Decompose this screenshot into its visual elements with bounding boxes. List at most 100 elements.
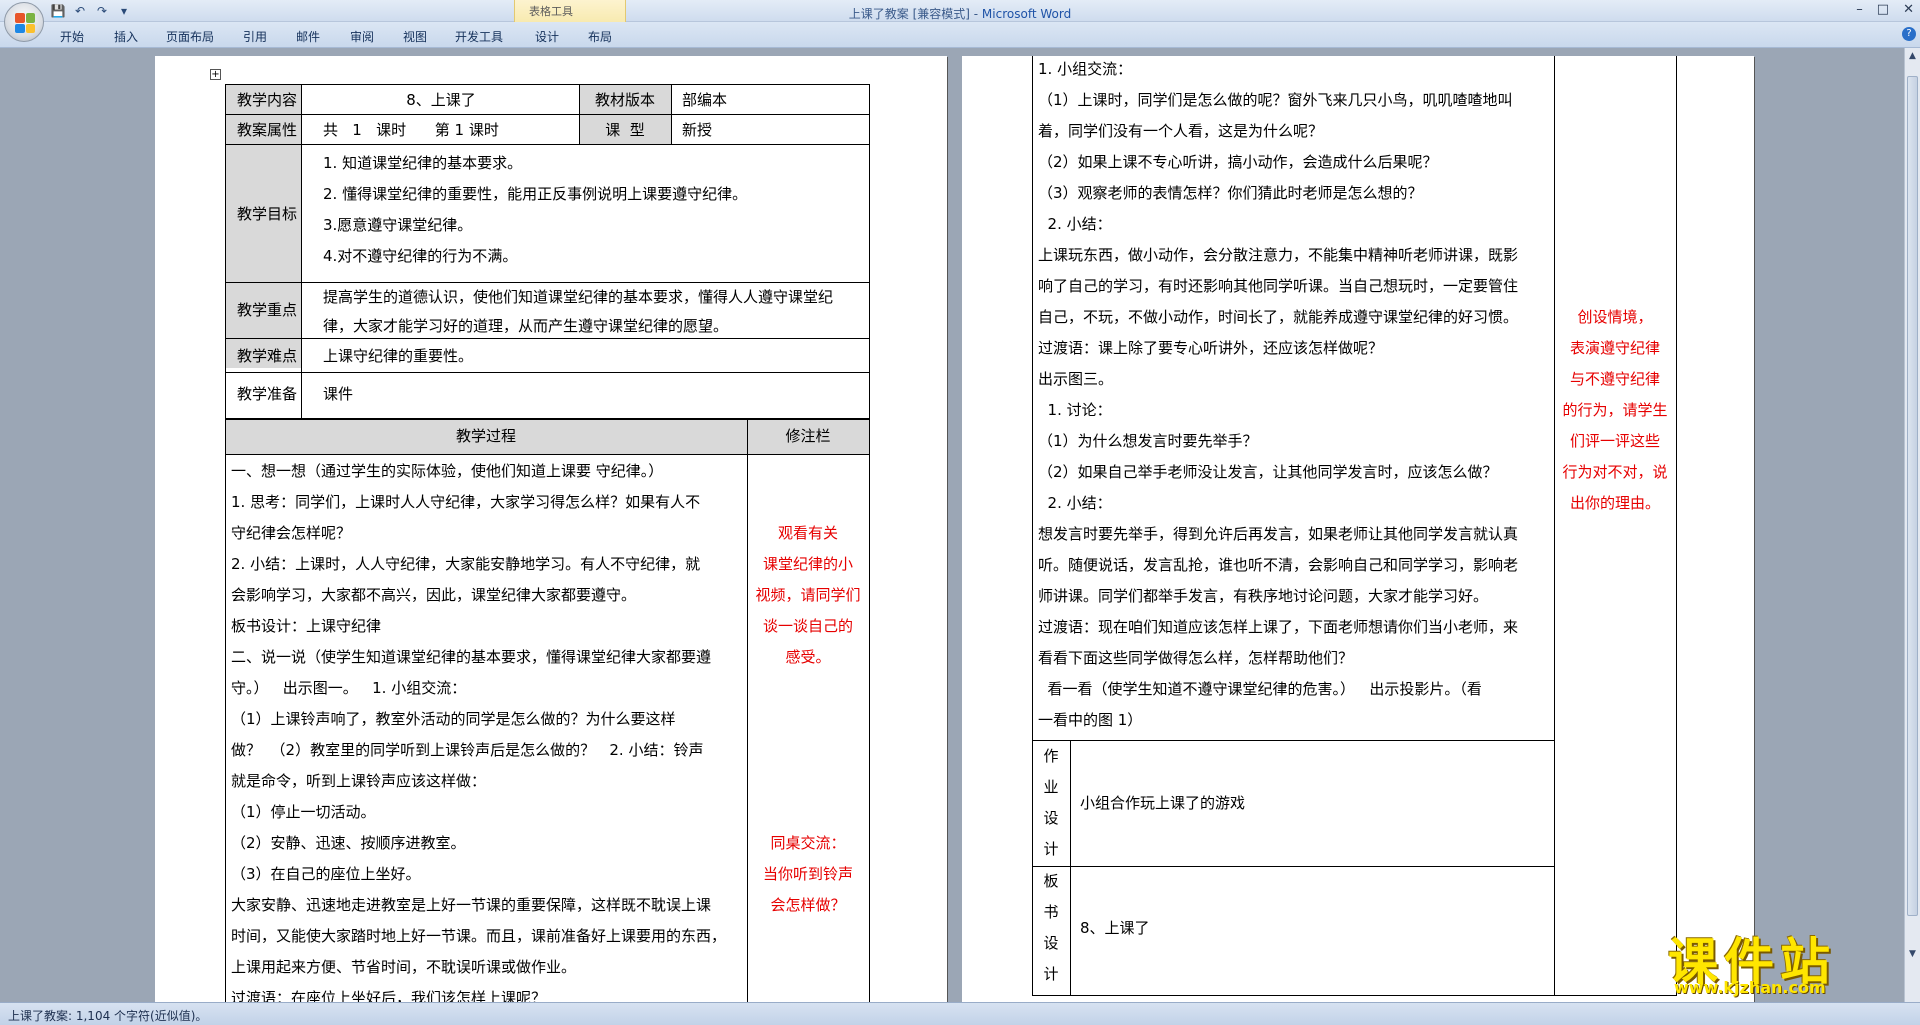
window-controls: – □ ✕ bbox=[1856, 2, 1914, 17]
label-lesson-attribute: 教案属性 bbox=[237, 121, 298, 139]
goal-item: 1. 知道课堂纪律的基本要求。 bbox=[323, 154, 523, 172]
process-line: 二、说一说（使学生知道课堂纪律的基本要求，懂得课堂纪律大家都要遵 bbox=[231, 648, 712, 666]
process-line: （2）如果自己举手老师没让发言，让其他同学发言时，应该怎么做？ bbox=[1038, 463, 1498, 481]
note-line: 的行为，请学生 bbox=[1562, 401, 1668, 419]
note-line: 同桌交流： bbox=[770, 834, 846, 852]
maximize-icon[interactable]: □ bbox=[1877, 2, 1889, 17]
note-line: 表演遵守纪律 bbox=[1569, 339, 1660, 357]
process-line: 大家安静、迅速地走进教室是上好一节课的重要保障，这样既不耽误上课 bbox=[231, 896, 712, 914]
key-points-line: 律，大家才能学习好的道理，从而产生遵守课堂纪律的愿望。 bbox=[323, 317, 729, 335]
board-label-char: 计 bbox=[1043, 965, 1059, 983]
note-line: 观看有关 bbox=[777, 524, 838, 542]
homework-label-char: 计 bbox=[1043, 840, 1059, 858]
homework-text: 小组合作玩上课了的游戏 bbox=[1080, 794, 1246, 812]
process-line: （1）为什么想发言时要先举手？ bbox=[1038, 432, 1258, 450]
process-line: 1. 思考：同学们，上课时人人守纪律，大家学习得怎么样？如果有人不 bbox=[231, 493, 701, 511]
homework-label-char: 作 bbox=[1043, 747, 1059, 765]
homework-label-char: 设 bbox=[1043, 809, 1059, 827]
tab-review[interactable]: 审阅 bbox=[350, 28, 374, 45]
process-line: 2. 小结： bbox=[1038, 215, 1112, 233]
board-label-char: 板 bbox=[1043, 872, 1059, 890]
label-preparation: 教学准备 bbox=[237, 385, 298, 403]
page-gap bbox=[949, 48, 961, 1002]
table-move-handle-icon[interactable]: + bbox=[210, 69, 221, 80]
value-textbook-version: 部编本 bbox=[682, 91, 728, 109]
note-line: 谈一谈自己的 bbox=[762, 617, 853, 635]
process-line: 出示图三。 bbox=[1038, 370, 1114, 388]
note-line: 与不遵守纪律 bbox=[1569, 370, 1660, 388]
process-line: （1）上课铃声响了，教室外活动的同学是怎么做的？为什么要这样 bbox=[231, 710, 676, 728]
scroll-up-icon[interactable]: ▲ bbox=[1906, 50, 1919, 63]
note-line: 课堂纪律的小 bbox=[762, 555, 853, 573]
process-line: （3）观察老师的表情怎样？你们猜此时老师是怎么想的？ bbox=[1038, 184, 1423, 202]
note-line: 出你的理由。 bbox=[1569, 494, 1660, 512]
tab-design[interactable]: 设计 bbox=[535, 28, 559, 45]
tab-references[interactable]: 引用 bbox=[243, 28, 267, 45]
note-line: 会怎样做？ bbox=[770, 896, 846, 914]
process-line: 时间，又能使大家踏时地上好一节课。而且，课前准备好上课要用的东西， bbox=[231, 927, 727, 945]
tab-mailings[interactable]: 邮件 bbox=[296, 28, 320, 45]
status-bar: 上课了教案: 1,104 个字符(近似值)。 bbox=[0, 1002, 1920, 1025]
notes-header: 修注栏 bbox=[785, 427, 831, 445]
window-title-doc: 上课了教案 [兼容模式] - bbox=[848, 7, 982, 21]
goal-item: 3.愿意遵守课堂纪律。 bbox=[323, 216, 473, 234]
office-logo-icon bbox=[15, 13, 35, 33]
label-textbook-version: 教材版本 bbox=[594, 91, 655, 109]
note-line: 当你听到铃声 bbox=[762, 865, 853, 883]
note-line: 行为对不对，说 bbox=[1562, 463, 1668, 481]
key-points-line: 提高学生的道德认识，使他们知道课堂纪律的基本要求，懂得人人遵守课堂纪 bbox=[323, 288, 834, 306]
process-line: 2. 小结：上课时，人人守纪律，大家能安静地学习。有人不守纪律，就 bbox=[231, 555, 701, 573]
board-label-char: 书 bbox=[1043, 903, 1059, 921]
tab-page-layout[interactable]: 页面布局 bbox=[166, 28, 214, 45]
process-line: 自己，不玩，不做小动作，时间长了，就能养成遵守课堂纪律的好习惯。 bbox=[1038, 308, 1519, 326]
goal-item: 2. 懂得课堂纪律的重要性，能用正反事例说明上课要遵守纪律。 bbox=[323, 185, 748, 203]
value-lesson-type: 新授 bbox=[682, 121, 713, 139]
label-difficulty: 教学难点 bbox=[237, 347, 298, 365]
window-title: 上课了教案 [兼容模式] - Microsoft Word bbox=[0, 5, 1920, 22]
process-line: 就是命令，听到上课铃声应该这样做： bbox=[231, 772, 487, 790]
process-line: 一看中的图 1） bbox=[1038, 711, 1143, 729]
scrollbar-thumb[interactable] bbox=[1907, 76, 1918, 916]
minimize-icon[interactable]: – bbox=[1856, 2, 1863, 17]
process-line: 2. 小结： bbox=[1038, 494, 1112, 512]
window-title-app: Microsoft Word bbox=[981, 7, 1072, 21]
tab-home[interactable]: 开始 bbox=[60, 28, 84, 45]
help-icon[interactable]: ? bbox=[1902, 27, 1916, 41]
process-line: （1）停止一切活动。 bbox=[231, 803, 376, 821]
value-teaching-content: 8、上课了 bbox=[406, 91, 476, 109]
document-page-left[interactable]: + 教学内容 8、上课了 教材版本 部编本 教案属性 共 1 课时 第 1 课时… bbox=[155, 56, 947, 1016]
vertical-scrollbar[interactable]: ▲ ▼ bbox=[1904, 48, 1920, 1002]
process-line: 看一看（使学生知道不遵守课堂纪律的危害。） 出示投影片。（看 bbox=[1038, 680, 1482, 698]
process-line: 响了自己的学习，有时还影响其他同学听课。当自己想玩时，一定要管住 bbox=[1038, 277, 1519, 295]
process-line: 想发言时要先举手，得到允许后再发言，如果老师让其他同学发言就认真 bbox=[1038, 525, 1519, 543]
office-button[interactable] bbox=[4, 2, 44, 42]
process-line: 守纪律会怎样呢？ bbox=[231, 524, 352, 542]
value-lesson-attribute: 共 1 课时 第 1 课时 bbox=[323, 121, 499, 139]
ribbon-tab-bar: 开始 插入 页面布局 引用 邮件 审阅 视图 开发工具 设计 布局 ? bbox=[0, 22, 1920, 48]
process-line: 板书设计：上课守纪律 bbox=[231, 617, 382, 635]
homework-label-char: 业 bbox=[1043, 778, 1059, 796]
tab-insert[interactable]: 插入 bbox=[114, 28, 138, 45]
process-line: 做？ （2）教室里的同学听到上课铃声后是怎么做的？ 2. 小结：铃声 bbox=[231, 741, 704, 759]
watermark-url: www.kjzhan.com bbox=[1674, 978, 1826, 997]
tab-layout[interactable]: 布局 bbox=[588, 28, 612, 45]
process-line: 一、想一想（通过学生的实际体验，使他们知道上课要 守纪律。） bbox=[231, 462, 664, 480]
tab-developer[interactable]: 开发工具 bbox=[455, 28, 503, 45]
process-line: 听。随便说话，发言乱抢，谁也听不清，会影响自己和同学学习，影响老 bbox=[1038, 556, 1519, 574]
process-header: 教学过程 bbox=[455, 427, 516, 445]
process-line: 看看下面这些同学做得怎么样，怎样帮助他们？ bbox=[1038, 649, 1354, 667]
tab-view[interactable]: 视图 bbox=[403, 28, 427, 45]
process-line: 着，同学们没有一个人看，这是为什么呢？ bbox=[1038, 122, 1324, 140]
note-line: 视频，请同学们 bbox=[755, 586, 861, 604]
board-label-char: 设 bbox=[1043, 934, 1059, 952]
process-line: 过渡语：课上除了要专心听讲外，还应该怎样做呢？ bbox=[1038, 339, 1384, 357]
value-difficulty: 上课守纪律的重要性。 bbox=[323, 347, 474, 365]
process-line: （1）上课时，同学们是怎么做的呢？窗外飞来几只小鸟，叽叽喳喳地叫 bbox=[1038, 91, 1513, 109]
status-word-count: 上课了教案: 1,104 个字符(近似值)。 bbox=[8, 1009, 208, 1023]
close-icon[interactable]: ✕ bbox=[1903, 2, 1914, 17]
value-preparation: 课件 bbox=[323, 385, 354, 403]
document-page-right[interactable]: 1. 小组交流： （1）上课时，同学们是怎么做的呢？窗外飞来几只小鸟，叽叽喳喳地… bbox=[962, 56, 1754, 1016]
process-line: 守。） 出示图一。 1. 小组交流： bbox=[231, 679, 467, 697]
label-teaching-content: 教学内容 bbox=[237, 91, 298, 109]
process-line: 师讲课。同学们都举手发言，有秩序地讨论问题，大家才能学习好。 bbox=[1038, 587, 1489, 605]
